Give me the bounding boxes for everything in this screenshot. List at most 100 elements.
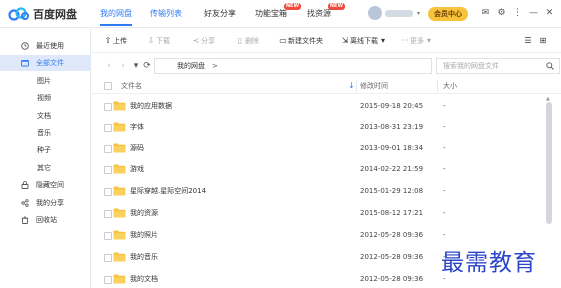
new-folder-button[interactable]: ▭新建文件夹 <box>278 29 323 53</box>
file-modified-time: 2014-02-22 21:59 <box>360 165 424 173</box>
sidebar-item-music[interactable]: 音乐 <box>0 125 91 141</box>
select-all-checkbox[interactable] <box>104 82 112 90</box>
row-checkbox[interactable] <box>104 145 112 153</box>
file-size: - <box>443 102 446 110</box>
table-row[interactable]: 源码 2013-09-01 18:34 - <box>92 138 548 159</box>
new-folder-label: 新建文件夹 <box>288 37 323 45</box>
gear-icon[interactable]: ⚙ <box>496 8 507 19</box>
app-title: 百度网盘 <box>33 8 77 21</box>
row-checkbox[interactable] <box>104 254 112 262</box>
row-checkbox[interactable] <box>104 124 112 132</box>
row-checkbox[interactable] <box>104 210 112 218</box>
sort-view-button[interactable]: ☰ <box>523 29 533 53</box>
main-nav: 我的网盘 传输列表 好友分享 功能宝箱 NEW 找资源 NEW <box>100 0 347 28</box>
upload-icon: ⇧ <box>104 36 112 45</box>
file-name[interactable]: 星际穿越.星际空间2014 <box>130 181 206 202</box>
file-modified-time: 2015-08-12 17:21 <box>360 209 424 217</box>
back-arrow-icon[interactable]: ‹ <box>104 60 114 72</box>
column-divider[interactable] <box>437 80 438 92</box>
row-checkbox[interactable] <box>104 103 112 111</box>
sidebar-item-all-files[interactable]: 全部文件 <box>0 55 91 71</box>
file-size: - <box>443 209 446 217</box>
sidebar-item-videos[interactable]: 视频 <box>0 90 91 106</box>
share-button[interactable]: ≺ 分享 <box>191 29 215 53</box>
column-header-name[interactable]: 文件名 <box>121 78 142 94</box>
sidebar-item-other[interactable]: 其它 <box>0 160 91 176</box>
breadcrumb-item[interactable]: 我的网盘 <box>177 59 205 73</box>
chevron-down-icon[interactable]: ▾ <box>131 60 141 72</box>
table-row[interactable]: 游戏 2014-02-22 21:59 - <box>92 159 548 180</box>
sidebar-item-recent[interactable]: 最近使用 <box>0 38 91 54</box>
file-name[interactable]: 我的文档 <box>130 269 158 288</box>
scrollbar[interactable]: ▲ <box>546 96 552 286</box>
trash-icon: ▯ <box>237 36 243 45</box>
sidebar-item-torrents[interactable]: 种子 <box>0 142 91 158</box>
row-checkbox[interactable] <box>104 276 112 284</box>
sidebar-item-my-shares[interactable]: 我的分享 <box>0 195 91 211</box>
title-bar: 百度网盘 我的网盘 传输列表 好友分享 功能宝箱 NEW 找资源 NEW ▾ 会… <box>0 0 561 28</box>
folder-icon <box>113 208 126 218</box>
file-modified-time: 2013-09-01 18:34 <box>360 144 424 152</box>
download-button[interactable]: ⇩ 下载 <box>146 29 170 53</box>
user-menu[interactable]: ▾ <box>368 6 420 20</box>
minimize-icon[interactable]: — <box>528 8 539 19</box>
file-name[interactable]: 我的应用数据 <box>130 96 172 117</box>
vip-center-button[interactable]: 会员中心 <box>428 7 468 21</box>
sidebar-item-images[interactable]: 图片 <box>0 73 91 89</box>
refresh-icon[interactable]: ⟳ <box>142 60 152 72</box>
row-checkbox[interactable] <box>104 188 112 196</box>
folder-icon <box>113 252 126 262</box>
sidebar-item-recycle-bin[interactable]: 回收站 <box>0 212 91 228</box>
column-header-size[interactable]: 大小 <box>443 78 457 94</box>
column-divider[interactable] <box>356 80 357 92</box>
nav-label: 功能宝箱 <box>255 9 287 18</box>
file-name[interactable]: 游戏 <box>130 159 144 180</box>
folder-icon <box>21 60 29 67</box>
forward-arrow-icon[interactable]: › <box>118 60 128 72</box>
more-icon[interactable]: ⋮ <box>512 8 523 19</box>
more-label: 更多 <box>410 37 424 45</box>
nav-transfer-list[interactable]: 传输列表 <box>150 0 182 28</box>
nav-my-disk[interactable]: 我的网盘 <box>100 0 132 28</box>
more-button[interactable]: ···更多 ▾ <box>400 29 434 53</box>
file-name[interactable]: 字体 <box>130 117 144 138</box>
file-name[interactable]: 源码 <box>130 138 144 159</box>
sort-arrow-icon[interactable]: ↓ <box>348 81 355 90</box>
sidebar-item-documents[interactable]: 文档 <box>0 108 91 124</box>
share-icon <box>21 199 29 207</box>
table-row[interactable]: 我的资源 2015-08-12 17:21 - <box>92 203 548 224</box>
delete-label: 删除 <box>245 37 259 45</box>
search-input[interactable]: 搜索我的网盘文件 <box>436 58 560 74</box>
table-row[interactable]: 我的应用数据 2015-09-18 20:45 - <box>92 96 548 117</box>
table-row[interactable]: 字体 2013-08-31 23:19 - <box>92 117 548 138</box>
sidebar-item-hidden-space[interactable]: 隐藏空间 <box>0 177 91 193</box>
search-icon[interactable] <box>546 62 554 70</box>
offline-download-button[interactable]: ⇲ 离线下载 ▾ <box>340 29 388 53</box>
file-name[interactable]: 我的资源 <box>130 203 158 224</box>
column-header-modified[interactable]: 修改时间 <box>360 78 388 94</box>
grid-view-button[interactable]: ⊞ <box>538 29 548 53</box>
sidebar-item-label: 最近使用 <box>36 42 64 50</box>
row-checkbox[interactable] <box>104 166 112 174</box>
scrollbar-thumb[interactable] <box>546 102 552 224</box>
nav-friend-share[interactable]: 好友分享 <box>204 0 236 28</box>
row-checkbox[interactable] <box>104 232 112 240</box>
grid-view-icon: ⊞ <box>539 36 547 45</box>
offline-download-label: 离线下载 <box>350 37 378 45</box>
app-logo[interactable]: 百度网盘 <box>8 6 77 22</box>
file-name[interactable]: 我的照片 <box>130 225 158 246</box>
breadcrumb[interactable]: 我的网盘 > <box>154 58 432 74</box>
close-icon[interactable]: ✕ <box>544 8 555 19</box>
delete-button[interactable]: ▯ 删除 <box>235 29 259 53</box>
nav-find-resources[interactable]: 找资源 NEW <box>307 0 345 28</box>
sort-list-icon: ☰ <box>524 36 532 45</box>
nav-toolbox[interactable]: 功能宝箱 NEW <box>255 0 301 28</box>
folder-icon <box>113 101 126 111</box>
file-name[interactable]: 我的音乐 <box>130 247 158 268</box>
upload-button[interactable]: ⇧ 上传 <box>103 29 127 53</box>
table-row[interactable]: 星际穿越.星际空间2014 2015-01-29 12:08 - <box>92 181 548 202</box>
file-size: - <box>443 144 446 152</box>
lock-icon <box>21 181 29 189</box>
file-modified-time: 2013-08-31 23:19 <box>360 123 424 131</box>
mail-icon[interactable]: ✉ <box>480 8 491 19</box>
